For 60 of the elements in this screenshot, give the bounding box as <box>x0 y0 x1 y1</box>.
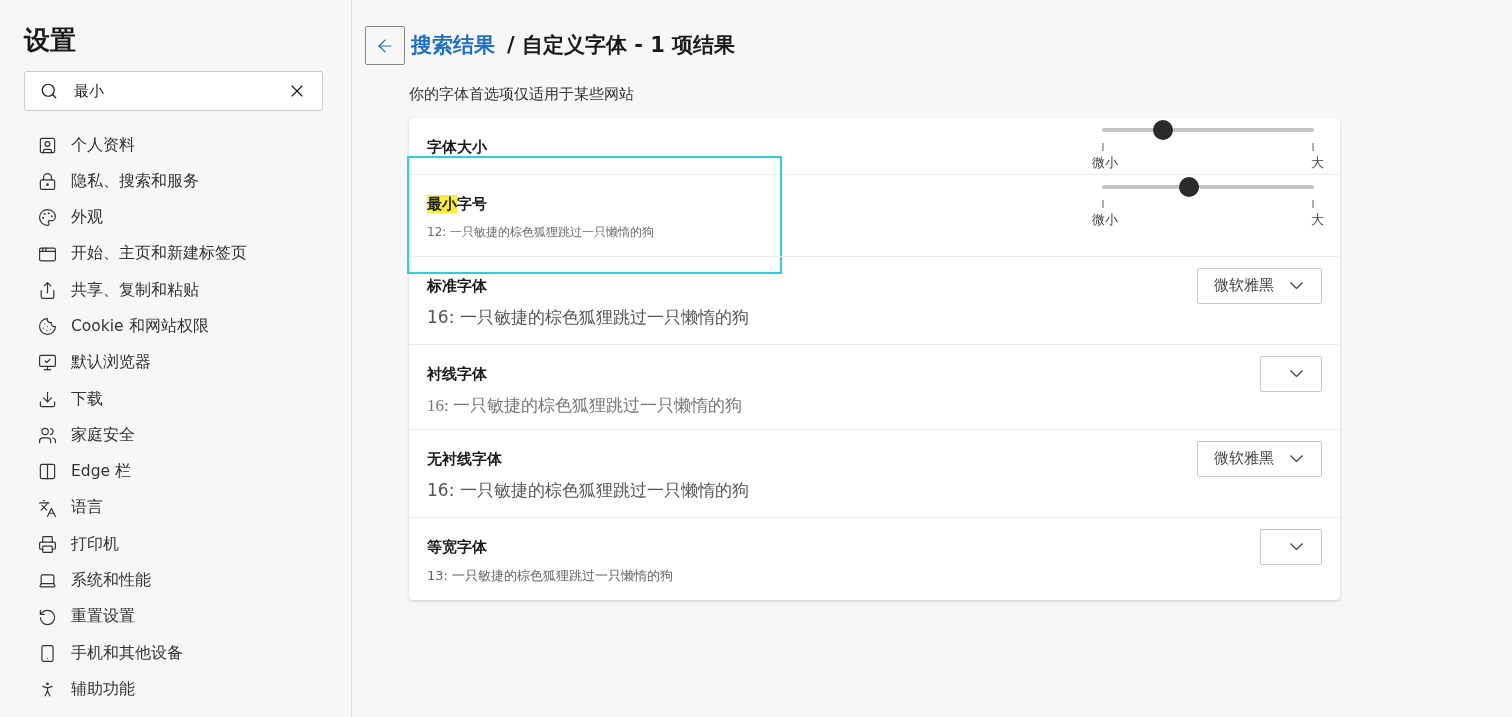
sidebar-item[interactable]: 手机和其他设备 <box>38 635 323 672</box>
sidebar-item[interactable]: 家庭安全 <box>38 417 323 454</box>
font-sample: 16: 一只敏捷的棕色狐狸跳过一只懒惰的狗 <box>427 479 749 502</box>
font-note: 你的字体首选项仅适用于某些网站 <box>409 84 635 105</box>
sidebar-item[interactable]: 共享、复制和粘贴 <box>38 272 323 309</box>
profile-icon <box>38 135 57 155</box>
back-button[interactable] <box>365 26 405 65</box>
slider-thumb[interactable] <box>1178 176 1199 197</box>
chevron-down-icon <box>1290 282 1303 289</box>
sidebar-item[interactable]: 外观 <box>38 199 323 236</box>
font-sample: 16: 一只敏捷的棕色狐狸跳过一只懒惰的狗 <box>427 306 749 329</box>
slider-max-label: 大 <box>1311 153 1324 172</box>
setting-label: 等宽字体 <box>427 536 488 558</box>
family-icon <box>38 426 57 445</box>
sidebar-item[interactable]: Cookie 和网站权限 <box>38 308 323 345</box>
search-field[interactable]: 最小 <box>24 71 323 111</box>
sidebar-item[interactable]: 语言 <box>38 489 323 527</box>
phone-icon <box>38 643 57 663</box>
sidebar-item[interactable]: Edge 栏 <box>38 453 323 490</box>
setting-label: 标准字体 <box>427 275 488 297</box>
lock-icon <box>38 171 57 191</box>
slider-thumb[interactable] <box>1153 119 1174 140</box>
font-sample: 12: 一只敏捷的棕色狐狸跳过一只懒惰的狗 <box>427 224 655 241</box>
download-icon <box>38 389 57 409</box>
font-dropdown[interactable]: 微软雅黑 <box>1197 440 1322 477</box>
sidebar-item[interactable]: 辅助功能 <box>38 671 323 708</box>
sidebar-item[interactable]: 打印机 <box>38 526 323 563</box>
sidebar-item[interactable]: 系统和性能 <box>38 562 323 599</box>
search-value: 最小 <box>74 80 105 102</box>
printer-icon <box>38 534 57 554</box>
browser-icon <box>38 353 57 373</box>
sidebar-item[interactable]: 重置设置 <box>38 598 323 636</box>
font-sample: 16: 一只敏捷的棕色狐狸跳过一只懒惰的狗 <box>427 395 742 417</box>
font-sample: 13: 一只敏捷的棕色狐狸跳过一只懒惰的狗 <box>427 567 674 585</box>
setting-label: 无衬线字体 <box>427 448 503 470</box>
sidebar-item[interactable]: 开始、主页和新建标签页 <box>38 235 323 273</box>
chevron-down-icon <box>1290 370 1303 377</box>
reset-icon <box>38 607 57 627</box>
chevron-down-icon <box>1290 543 1303 550</box>
slider-min-label: 微小 <box>1092 153 1118 172</box>
sidebar-item[interactable]: 个人资料 <box>38 127 323 164</box>
share-icon <box>38 280 57 300</box>
palette-icon <box>38 208 57 228</box>
page-title: / 自定义字体 - 1 项结果 <box>507 31 736 59</box>
search-icon <box>40 82 58 100</box>
chevron-down-icon <box>1290 455 1303 462</box>
sidebar-panel-icon <box>38 462 57 482</box>
font-dropdown[interactable]: 微软雅黑 <box>1197 267 1322 304</box>
sidebar-item[interactable]: 下载 <box>38 381 323 418</box>
search-results-link[interactable]: 搜索结果 <box>411 29 495 62</box>
sidebar-item[interactable]: 默认浏览器 <box>38 344 323 382</box>
setting-label: 字体大小 <box>427 136 487 158</box>
settings-title: 设置 <box>24 24 77 57</box>
sidebar-item[interactable]: 隐私、搜索和服务 <box>38 163 323 200</box>
setting-label: 衬线字体 <box>427 363 488 385</box>
language-icon <box>38 498 57 518</box>
slider-max-label: 大 <box>1311 210 1324 229</box>
slider-min-label: 微小 <box>1092 210 1118 229</box>
setting-label: 最小字号 <box>427 193 488 215</box>
cookie-icon <box>38 317 57 337</box>
